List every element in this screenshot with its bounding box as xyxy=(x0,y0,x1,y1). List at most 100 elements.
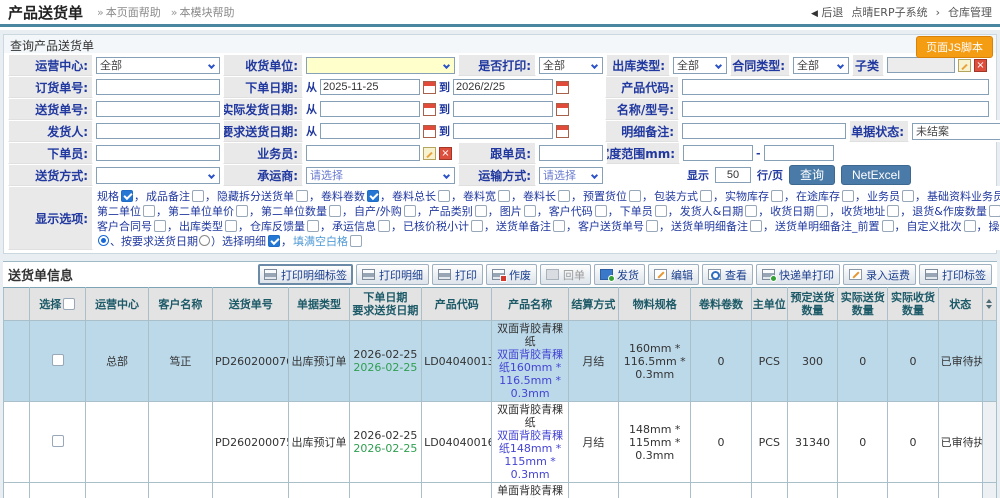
clear-icon[interactable] xyxy=(974,59,987,72)
print-detail-labels-button[interactable]: 打印明细标签 xyxy=(258,264,353,285)
delivery-no-input[interactable] xyxy=(96,101,220,117)
option-checkbox[interactable] xyxy=(471,220,483,232)
view-button[interactable]: 查看 xyxy=(702,264,753,285)
order-clerk-input[interactable] xyxy=(96,145,220,161)
detail-remark-input[interactable] xyxy=(682,123,846,139)
option-checkbox[interactable] xyxy=(816,205,828,217)
printed-select[interactable]: 全部 xyxy=(539,57,603,74)
carrier-select[interactable]: 请选择 xyxy=(306,167,455,184)
row-select-checkbox[interactable] xyxy=(52,354,64,366)
option-checkbox[interactable] xyxy=(438,190,450,202)
option-checkbox[interactable] xyxy=(350,235,362,247)
ship-date-to-input[interactable] xyxy=(453,101,553,117)
required-date-from-input[interactable] xyxy=(320,123,420,139)
ship-date-from-input[interactable] xyxy=(320,101,420,117)
receiving-unit-select[interactable] xyxy=(306,57,455,74)
option-checkbox[interactable] xyxy=(236,205,248,217)
option-checkbox[interactable] xyxy=(964,220,976,232)
col-scroll[interactable] xyxy=(982,288,996,321)
order-date-from-input[interactable] xyxy=(320,79,420,95)
clear-icon[interactable] xyxy=(439,147,452,160)
sort-order-radio[interactable] xyxy=(199,235,210,246)
option-checkbox[interactable] xyxy=(887,205,899,217)
transport-select[interactable]: 请选择 xyxy=(539,167,603,184)
product-code-input[interactable] xyxy=(682,79,989,95)
option-checkbox[interactable] xyxy=(329,205,341,217)
subclass-field[interactable] xyxy=(887,57,955,73)
select-all-checkbox[interactable] xyxy=(63,298,75,310)
scrollbar-track[interactable] xyxy=(982,402,996,483)
contract-type-select[interactable]: 全部 xyxy=(793,57,849,74)
calendar-icon[interactable] xyxy=(556,125,569,138)
option-checkbox[interactable] xyxy=(307,220,319,232)
option-checkbox[interactable] xyxy=(558,190,570,202)
netexcel-button[interactable]: NetExcel xyxy=(841,165,911,185)
option-checkbox[interactable] xyxy=(882,220,894,232)
edit-button[interactable]: 编辑 xyxy=(648,264,699,285)
salesman-field[interactable] xyxy=(306,145,420,161)
option-checkbox[interactable] xyxy=(750,220,762,232)
print-labels-button[interactable]: 打印标签 xyxy=(919,264,992,285)
option-checkbox[interactable] xyxy=(553,220,565,232)
option-checkbox[interactable] xyxy=(378,220,390,232)
name-model-input[interactable] xyxy=(682,101,989,117)
option-checkbox[interactable] xyxy=(771,190,783,202)
freight-entry-button[interactable]: 录入运费 xyxy=(843,264,916,285)
option-checkbox[interactable] xyxy=(595,205,607,217)
option-checkbox[interactable] xyxy=(655,205,667,217)
option-checkbox[interactable] xyxy=(498,190,510,202)
option-checkbox[interactable] xyxy=(842,190,854,202)
product-name-link[interactable]: 双面背胶青稞纸160mm * 116.5mm * 0.3mm xyxy=(494,348,565,400)
system-name[interactable]: 点晴ERP子系统 xyxy=(851,4,927,20)
option-checkbox[interactable] xyxy=(192,190,204,202)
option-checkbox[interactable] xyxy=(646,220,658,232)
note-edit-icon[interactable] xyxy=(958,59,971,72)
option-checkbox[interactable] xyxy=(404,205,416,217)
express-print-button[interactable]: 快递单打印 xyxy=(756,264,840,285)
option-checkbox[interactable] xyxy=(524,205,536,217)
print-detail-button[interactable]: 打印明细 xyxy=(356,264,429,285)
shipper-input[interactable] xyxy=(96,123,220,139)
help-module-link[interactable]: »本模块帮助 xyxy=(171,4,235,20)
option-checkbox[interactable] xyxy=(367,190,379,202)
option-checkbox[interactable] xyxy=(629,190,641,202)
product-name-link[interactable]: 双面背胶青稞纸148mm * 115mm * 0.3mm xyxy=(494,429,565,481)
delivery-method-select[interactable] xyxy=(96,167,220,184)
option-checkbox[interactable] xyxy=(154,220,166,232)
option-checkbox[interactable] xyxy=(143,205,155,217)
order-no-input[interactable] xyxy=(96,79,220,95)
option-checkbox[interactable] xyxy=(745,205,757,217)
option-checkbox[interactable] xyxy=(902,190,914,202)
ship-button[interactable]: 发货 xyxy=(594,264,645,285)
row-select-checkbox[interactable] xyxy=(52,435,64,447)
required-date-to-input[interactable] xyxy=(453,123,553,139)
query-button[interactable]: 查询 xyxy=(789,165,835,185)
option-checkbox[interactable] xyxy=(475,205,487,217)
scrollbar-track[interactable] xyxy=(982,321,996,402)
order-date-to-input[interactable] xyxy=(453,79,553,95)
void-button[interactable]: 作废 xyxy=(486,264,537,285)
option-checkbox[interactable] xyxy=(225,220,237,232)
help-page-link[interactable]: »本页面帮助 xyxy=(97,4,161,20)
option-checkbox[interactable] xyxy=(700,190,712,202)
follower-input[interactable] xyxy=(539,145,603,161)
calendar-icon[interactable] xyxy=(423,125,436,138)
width-min-input[interactable] xyxy=(683,145,753,161)
doc-status-select[interactable]: 未结案 xyxy=(912,123,1000,140)
calendar-icon[interactable] xyxy=(556,103,569,116)
page-js-script-button[interactable]: 页面JS脚本 xyxy=(916,36,993,58)
option-checkbox[interactable] xyxy=(296,190,308,202)
module-name[interactable]: 仓库管理 xyxy=(948,4,992,20)
option-checkbox[interactable] xyxy=(268,235,280,247)
option-checkbox[interactable] xyxy=(989,205,1000,217)
note-edit-icon[interactable] xyxy=(423,147,436,160)
back-link[interactable]: ◀ 后退 xyxy=(811,4,843,20)
rows-per-page-input[interactable] xyxy=(715,167,751,183)
print-button[interactable]: 打印 xyxy=(432,264,483,285)
calendar-icon[interactable] xyxy=(423,81,436,94)
width-max-input[interactable] xyxy=(764,145,834,161)
option-checkbox[interactable] xyxy=(121,190,133,202)
scrollbar-track[interactable] xyxy=(982,483,996,498)
sort-order-radio[interactable] xyxy=(98,235,109,246)
operations-center-select[interactable]: 全部 xyxy=(96,57,220,74)
